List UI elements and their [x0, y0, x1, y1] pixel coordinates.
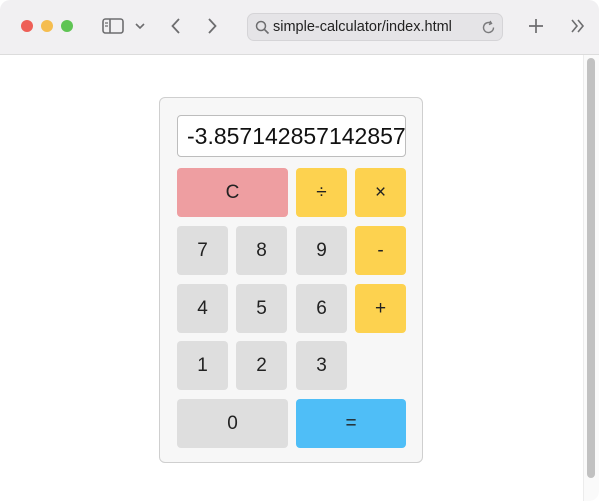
close-window-button[interactable]: [21, 20, 33, 32]
page-content: -3.857142857142857 C ÷ × 7 8 9 - 4 5 6 +…: [0, 55, 599, 501]
divide-button[interactable]: ÷: [296, 168, 347, 217]
scrollbar-thumb[interactable]: [587, 58, 595, 478]
digit-5-button[interactable]: 5: [236, 284, 287, 333]
more-chevrons-icon[interactable]: [565, 14, 591, 38]
address-bar[interactable]: simple-calculator/index.html: [247, 13, 503, 41]
digit-7-button[interactable]: 7: [177, 226, 228, 275]
minus-button[interactable]: -: [355, 226, 406, 275]
equals-button[interactable]: =: [296, 399, 406, 448]
digit-1-button[interactable]: 1: [177, 341, 228, 390]
address-bar-url[interactable]: simple-calculator/index.html: [273, 14, 452, 40]
plus-button[interactable]: +: [355, 284, 406, 333]
clear-button[interactable]: C: [177, 168, 288, 217]
minimize-window-button[interactable]: [41, 20, 53, 32]
digit-4-button[interactable]: 4: [177, 284, 228, 333]
browser-toolbar: simple-calculator/index.html: [0, 0, 599, 55]
multiply-button[interactable]: ×: [355, 168, 406, 217]
vertical-scrollbar[interactable]: [583, 55, 599, 501]
chevron-down-icon[interactable]: [133, 14, 147, 38]
browser-window: simple-calculator/index.html -3.85714285…: [0, 0, 599, 501]
reload-icon[interactable]: [481, 20, 496, 35]
calculator: -3.857142857142857 C ÷ × 7 8 9 - 4 5 6 +…: [159, 97, 423, 463]
digit-6-button[interactable]: 6: [296, 284, 347, 333]
zoom-window-button[interactable]: [61, 20, 73, 32]
digit-2-button[interactable]: 2: [236, 341, 287, 390]
search-icon: [255, 20, 270, 35]
digit-0-button[interactable]: 0: [177, 399, 288, 448]
forward-arrow-icon[interactable]: [200, 14, 224, 38]
digit-9-button[interactable]: 9: [296, 226, 347, 275]
digit-3-button[interactable]: 3: [296, 341, 347, 390]
new-tab-plus-icon[interactable]: [523, 14, 549, 38]
back-arrow-icon[interactable]: [164, 14, 188, 38]
calculator-display[interactable]: -3.857142857142857: [177, 115, 406, 157]
sidebar-toggle-icon[interactable]: [100, 14, 126, 38]
digit-8-button[interactable]: 8: [236, 226, 287, 275]
